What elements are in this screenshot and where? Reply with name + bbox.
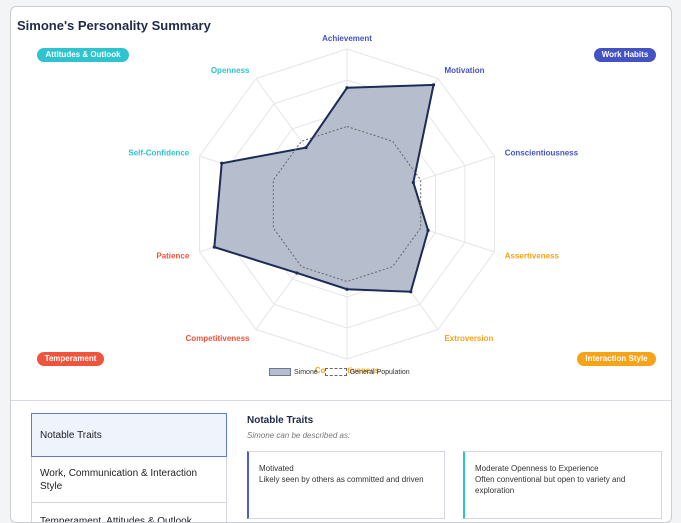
axis-label-patience: Patience [156, 251, 189, 260]
axis-label-self-confidence: Self-Confidence [128, 149, 189, 158]
trait-description: Likely seen by others as committed and d… [259, 475, 424, 484]
trait-description: Often conventional but open to variety a… [475, 475, 626, 495]
trait-name: Motivated [259, 464, 294, 473]
trait-card: Motivated Likely seen by others as commi… [247, 451, 445, 519]
legend-swatch-general-population [324, 368, 347, 376]
category-badge-attitudes: Attitudes & Outlook [37, 48, 129, 62]
nav-item-work-communication[interactable]: Work, Communication & Interaction Style [31, 457, 227, 503]
trait-card: Moderate Openness to Experience Often co… [463, 451, 662, 519]
legend-label-general-population: General Population [349, 368, 410, 376]
trait-section-nav: Notable Traits Work, Communication & Int… [31, 413, 227, 523]
series-point-simone [426, 228, 430, 232]
axis-label-achievement: Achievement [322, 34, 372, 43]
series-point-simone [304, 145, 308, 150]
series-point-simone [409, 290, 413, 294]
series-point-simone [345, 287, 349, 291]
axis-label-extroversion: Extroversion [444, 334, 493, 343]
axis-label-openness: Openness [211, 66, 250, 75]
axis-label-motivation: Motivation [444, 66, 484, 75]
category-badge-temperament: Temperament [37, 352, 104, 366]
nav-item-temperament-attitudes[interactable]: Temperament, Attitudes & Outlook [31, 503, 227, 523]
personality-radar-chart: Achievement Motivation Conscientiousness As… [128, 34, 579, 375]
personality-summary-panel: Simone's Personality Summary Achievement… [10, 6, 672, 523]
series-point-simone [220, 161, 224, 165]
series-point-simone [345, 86, 349, 90]
chart-legend: Simone General Population [269, 368, 410, 376]
nav-item-label: Notable Traits [40, 429, 102, 441]
category-badge-interaction-style: Interaction Style [577, 352, 656, 366]
section-divider [11, 400, 671, 401]
nav-item-notable-traits[interactable]: Notable Traits [31, 413, 227, 457]
category-badge-work-habits: Work Habits [594, 48, 656, 62]
notable-traits-title: Notable Traits [247, 415, 314, 426]
axis-label-conscientiousness: Conscientiousness [505, 149, 579, 158]
series-point-simone [295, 271, 299, 275]
series-point-simone [212, 245, 216, 249]
nav-item-label: Temperament, Attitudes & Outlook [40, 516, 192, 523]
axis-label-assertiveness: Assertiveness [505, 251, 560, 260]
series-point-simone [431, 83, 436, 87]
series-area-simone [213, 83, 435, 293]
legend-swatch-simone [269, 368, 291, 376]
axis-label-competitiveness: Competitiveness [185, 334, 250, 343]
series-point-simone [411, 180, 415, 185]
nav-item-label: Work, Communication & Interaction Style [40, 467, 198, 492]
legend-label-simone: Simone [294, 368, 318, 376]
notable-traits-subtitle: Simone can be described as: [247, 431, 351, 440]
trait-name: Moderate Openness to Experience [475, 464, 599, 473]
